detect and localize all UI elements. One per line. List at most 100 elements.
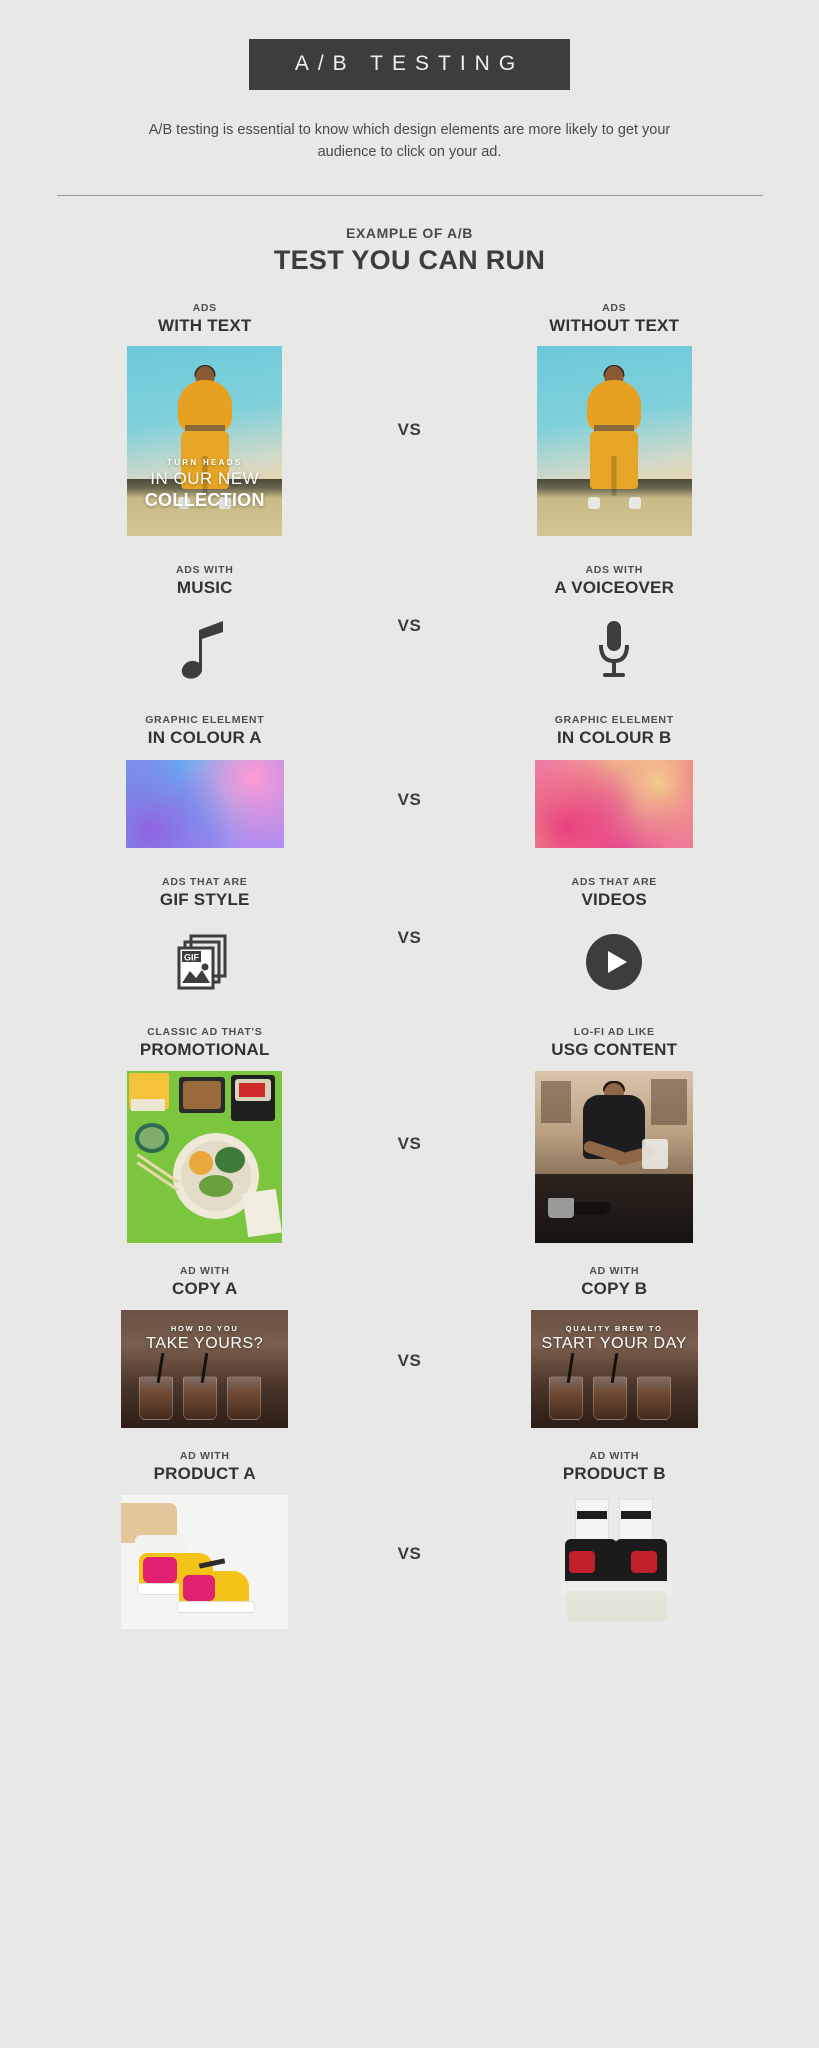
label-left: AD WITH PRODUCT A [0,1450,410,1484]
coffee-cup-1 [548,1376,583,1421]
title-left: MUSIC [176,577,233,597]
label-left: ADS WITH TEXT [0,302,410,336]
visual-right [410,1494,819,1629]
ad-text-overlay: TURN HEADS IN OUR NEW COLLECTION [127,458,282,511]
red-label [239,1082,266,1097]
coffee-cup-2 [592,1376,627,1421]
copy-overlay: HOW DO YOU TAKE YOURS? [121,1324,288,1353]
vs-label: VS [397,927,422,947]
model-shoe-left [587,496,600,509]
bowl-food-veg [199,1174,234,1197]
coffee-photo-copy-a: HOW DO YOU TAKE YOURS? [121,1309,289,1428]
floor-shadow [566,1590,667,1621]
page-title-banner: A/B TESTING [248,39,571,90]
copy-overlay: QUALITY BREW TO START YOUR DAY [531,1324,698,1353]
copy-line-1: QUALITY BREW TO [565,1323,663,1333]
microphone-icon [591,608,637,692]
kicker-right: ADS THAT ARE [571,875,657,888]
comparison-row-text: ADS WITH TEXT ADS WITHOUT TEXT TURN HEAD… [0,302,819,536]
title-left: PRODUCT A [153,1463,256,1483]
section-divider [56,194,763,196]
title-left: PROMOTIONAL [139,1039,270,1059]
visual-right [410,1070,819,1243]
infographic-page: A/B TESTING A/B testing is essential to … [0,0,819,1629]
label-left: ADS THAT ARE GIF STYLE [0,876,410,910]
sock-right [618,1498,653,1543]
visual-right [410,759,819,848]
bowl-food-greens [215,1146,246,1173]
label-right: GRAPHIC ELELMENT IN COLOUR B [410,714,819,748]
kicker-left: AD WITH [179,1449,230,1462]
model-leg-split [611,455,617,496]
frying-pan [570,1201,610,1215]
label-left: ADS WITH MUSIC [0,564,410,598]
comparison-row-copy: AD WITH COPY A AD WITH COPY B HOW DO YOU [0,1265,819,1428]
kicker-right: AD WITH [589,1449,640,1462]
model-jacket [177,379,232,432]
sock-logo-right [620,1510,651,1519]
overlay-line-1: TURN HEADS [167,457,243,467]
row-labels: ADS WITH MUSIC ADS WITH A VOICEOVER [0,564,819,598]
model-photo-plain [536,345,692,536]
coffee-cup-3 [636,1376,671,1421]
visual-left: GIF [0,920,410,1004]
visual-left [0,1070,410,1243]
sneaker-a-swoosh-area [143,1556,178,1583]
vs-label: VS [397,789,422,809]
gradient-swatch-b [535,759,694,848]
label-right: AD WITH COPY B [410,1265,819,1299]
vs-label: VS [397,419,422,439]
visual-right [410,345,819,536]
title-right: PRODUCT B [562,1463,666,1483]
label-right: ADS WITHOUT TEXT [410,302,819,336]
sneaker-black-red-photo [530,1494,698,1629]
kitchen-shelf-right [651,1078,688,1125]
music-note-icon [179,608,231,692]
kicker-right: ADS WITH [585,563,643,576]
title-left: IN COLOUR A [147,727,262,747]
visual-right [410,608,819,692]
vs-label: VS [397,1133,422,1153]
comparison-row-product: AD WITH PRODUCT A AD WITH PRODUCT B VS [0,1450,819,1629]
sneaker-right-panel [630,1550,657,1573]
kicker-left: ADS WITH [175,563,234,576]
row-visuals: TURN HEADS IN OUR NEW COLLECTION [0,345,819,536]
title-left: COPY A [172,1278,238,1298]
kicker-right: LO-FI AD LIKE [573,1025,655,1038]
vs-label: VS [397,1350,422,1370]
sneaker-pink-yellow-photo [121,1494,289,1629]
comparison-row-format: ADS THAT ARE GIF STYLE ADS THAT ARE VIDE… [0,876,819,1004]
visual-left [0,608,410,692]
section-heading: EXAMPLE OF A/B TEST YOU CAN RUN [0,225,819,276]
visual-left [0,759,410,848]
kicker-right: GRAPHIC ELELMENT [554,713,674,726]
visual-right [410,920,819,1004]
banner-container: A/B TESTING [0,0,819,90]
kicker-left: ADS [192,301,217,314]
vs-label: VS [397,1543,422,1563]
kicker-right: ADS [602,301,627,314]
title-left: GIF STYLE [159,889,250,909]
label-right: LO-FI AD LIKE USG CONTENT [410,1026,819,1060]
title-right: USG CONTENT [551,1039,678,1059]
row-visuals [0,1070,819,1243]
label-left: CLASSIC AD THAT'S PROMOTIONAL [0,1026,410,1060]
sock-left [574,1498,609,1543]
copy-line-1: HOW DO YOU [170,1323,239,1333]
label-left: AD WITH COPY A [0,1265,410,1299]
label-left: GRAPHIC ELELMENT IN COLOUR A [0,714,410,748]
model-photo-with-text: TURN HEADS IN OUR NEW COLLECTION [127,345,283,536]
play-button-icon [585,920,643,1004]
visual-left: TURN HEADS IN OUR NEW COLLECTION [0,345,410,536]
kicker-right: AD WITH [589,1264,640,1277]
gif-icon-text: GIF [184,952,200,962]
ingredient-bag [641,1139,668,1170]
row-labels: GRAPHIC ELELMENT IN COLOUR A GRAPHIC ELE… [0,714,819,748]
label-right: ADS THAT ARE VIDEOS [410,876,819,910]
vs-label: VS [397,615,422,635]
title-right: A VOICEOVER [554,577,675,597]
visual-left: HOW DO YOU TAKE YOURS? [0,1309,410,1428]
copy-line-2: START YOUR DAY [541,1334,688,1352]
comparison-row-style: CLASSIC AD THAT'S PROMOTIONAL LO-FI AD L… [0,1026,819,1243]
row-labels: AD WITH COPY A AD WITH COPY B [0,1265,819,1299]
